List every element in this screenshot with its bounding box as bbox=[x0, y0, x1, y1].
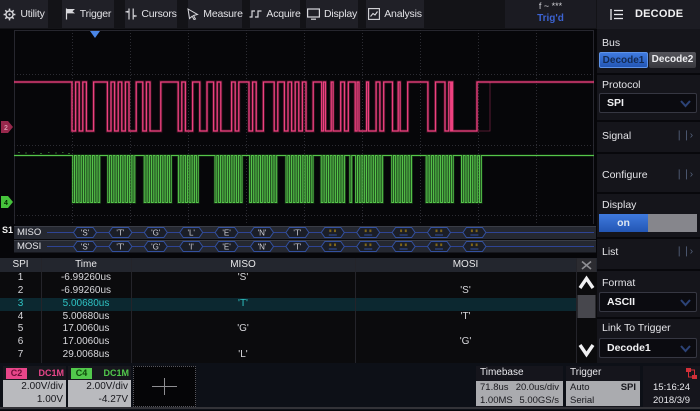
svg-text:'S': 'S' bbox=[81, 229, 90, 238]
svg-text:'E': 'E' bbox=[222, 243, 231, 252]
svg-text:'G': 'G' bbox=[151, 243, 161, 252]
svg-text:'T': 'T' bbox=[116, 229, 124, 238]
svg-text:'T': 'T' bbox=[116, 243, 124, 252]
svg-text:'S': 'S' bbox=[81, 243, 90, 252]
svg-text:'N': 'N' bbox=[258, 229, 267, 238]
svg-text:'G': 'G' bbox=[151, 229, 161, 238]
svg-text:'T': 'T' bbox=[293, 229, 301, 238]
svg-text:'L': 'L' bbox=[187, 229, 195, 238]
svg-text:'T': 'T' bbox=[293, 243, 301, 252]
svg-text:'E': 'E' bbox=[222, 229, 231, 238]
svg-text:'N': 'N' bbox=[258, 243, 267, 252]
svg-text:'I': 'I' bbox=[189, 243, 195, 252]
